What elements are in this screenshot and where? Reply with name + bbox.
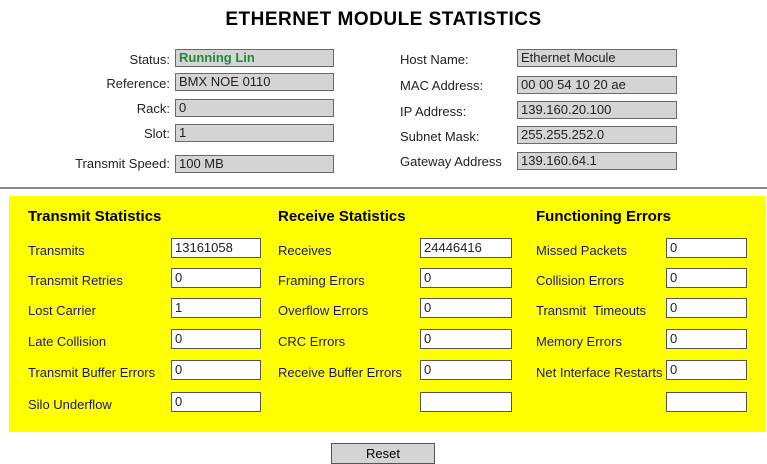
silo-underflow-label: Silo Underflow [28, 397, 112, 412]
silo-underflow-field: 0 [171, 392, 261, 412]
collision-errors-field: 0 [666, 268, 747, 288]
crc-errors-field: 0 [420, 329, 512, 349]
reset-button[interactable]: Reset [331, 443, 435, 464]
receives-label: Receives [278, 243, 332, 258]
lost-carrier-field: 1 [171, 298, 261, 318]
transmit-buffer-errors-field: 0 [171, 360, 261, 380]
mac-address-label: MAC Address: [400, 78, 484, 93]
net-interface-restarts-field: 0 [666, 360, 747, 380]
receives-field: 24446416 [420, 238, 512, 258]
memory-errors-field: 0 [666, 329, 747, 349]
transmits-field: 13161058 [171, 238, 261, 258]
host-name-label: Host Name: [400, 52, 469, 67]
ip-address-label: IP Address: [400, 104, 467, 119]
transmit-speed-label: Transmit Speed: [75, 156, 170, 171]
mac-address-field: 00 00 54 10 20 ae [517, 76, 677, 94]
ip-address-field: 139.160.20.100 [517, 101, 677, 119]
subnet-mask-field: 255.255.252.0 [517, 126, 677, 144]
memory-errors-label: Memory Errors [536, 334, 622, 349]
transmit-retries-label: Transmit Retries [28, 273, 123, 288]
net-interface-restarts-label: Net Interface Restarts [536, 365, 663, 380]
reference-field: BMX NOE 0110 [175, 73, 334, 91]
status-field: Running Lin [175, 49, 334, 67]
rack-label: Rack: [136, 101, 170, 116]
functioning-errors-heading: Functioning Errors [536, 208, 671, 225]
missed-packets-field: 0 [666, 238, 747, 258]
reference-label: Reference: [106, 76, 170, 91]
receive-buffer-errors-field: 0 [420, 360, 512, 380]
statistics-panel [9, 196, 766, 432]
transmit-timeouts-field: 0 [666, 298, 747, 318]
transmit-speed-field: 100 MB [175, 155, 334, 173]
missed-packets-label: Missed Packets [536, 243, 628, 258]
framing-errors-field: 0 [420, 268, 512, 288]
subnet-mask-label: Subnet Mask: [400, 129, 480, 144]
transmits-label: Transmits [28, 243, 85, 258]
errors-empty-field [666, 392, 747, 412]
transmit-retries-field: 0 [171, 268, 261, 288]
rack-field: 0 [175, 99, 334, 117]
lost-carrier-label: Lost Carrier [28, 303, 96, 318]
overflow-errors-label: Overflow Errors [278, 303, 369, 318]
host-name-field: Ethernet Mocule [517, 49, 677, 67]
transmit-timeouts-label: Transmit Timeouts [536, 303, 647, 318]
status-label: Status: [129, 52, 170, 67]
overflow-errors-field: 0 [420, 298, 512, 318]
receive-buffer-errors-label: Receive Buffer Errors [278, 365, 403, 380]
late-collision-field: 0 [171, 329, 261, 349]
transmit-buffer-errors-label: Transmit Buffer Errors [28, 365, 156, 380]
framing-errors-label: Framing Errors [278, 273, 365, 288]
section-divider [0, 187, 767, 189]
slot-label: Slot: [143, 126, 170, 141]
collision-errors-label: Collision Errors [536, 273, 625, 288]
page-title: ETHERNET MODULE STATISTICS [225, 9, 542, 30]
slot-field: 1 [175, 124, 334, 142]
late-collision-label: Late Collision [28, 334, 107, 349]
transmit-statistics-heading: Transmit Statistics [28, 208, 162, 225]
receive-statistics-heading: Receive Statistics [278, 208, 406, 225]
gateway-address-label: Gateway Address [400, 154, 502, 169]
receive-empty-field [420, 392, 512, 412]
gateway-address-field: 139.160.64.1 [517, 152, 677, 170]
crc-errors-label: CRC Errors [278, 334, 346, 349]
